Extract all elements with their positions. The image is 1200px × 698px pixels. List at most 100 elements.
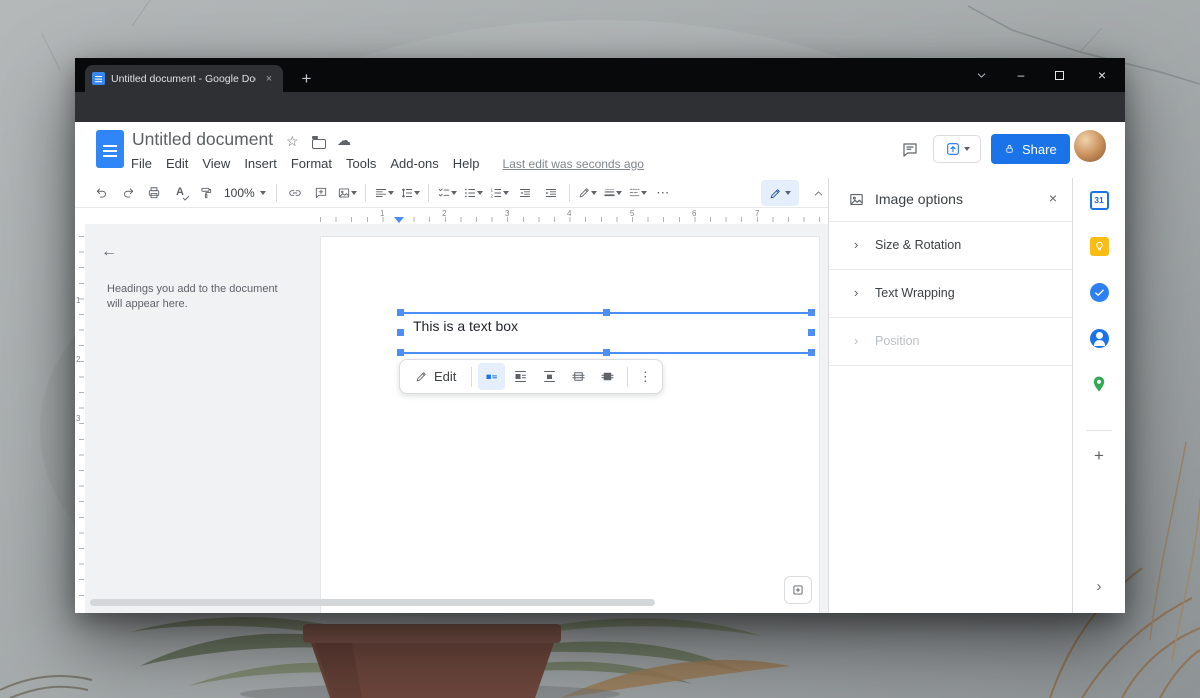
resize-handle[interactable] (397, 329, 404, 336)
insert-image-button[interactable] (334, 186, 360, 200)
new-tab-button[interactable]: + (293, 65, 320, 92)
row-label: Size & Rotation (875, 238, 961, 252)
present-button[interactable] (933, 135, 981, 163)
horizontal-ruler[interactable]: 1 2 3 4 5 6 7 (75, 208, 828, 224)
resize-handle[interactable] (397, 349, 404, 356)
editing-mode-button[interactable] (761, 180, 799, 206)
resize-handle[interactable] (603, 349, 610, 356)
share-button[interactable]: Share (991, 134, 1070, 164)
browser-tab[interactable]: Untitled document - Google Doc × (85, 65, 283, 92)
wrap-inline-button[interactable] (478, 363, 505, 390)
workspace-side-rail: 31 + › (1072, 178, 1125, 613)
star-document-icon[interactable]: ☆ (286, 133, 299, 150)
menu-bar: File Edit View Insert Format Tools Add-o… (124, 153, 644, 174)
resize-handle[interactable] (603, 309, 610, 316)
document-workspace: 1 2 3 ← Headings you add to the document… (75, 224, 828, 613)
maximize-icon (1055, 71, 1064, 80)
border-weight-button[interactable] (600, 186, 625, 199)
contacts-app-button[interactable] (1089, 328, 1109, 348)
document-page[interactable]: This is a text box Edit (320, 236, 820, 613)
window-close-button[interactable]: × (1081, 58, 1123, 92)
hide-menus-button[interactable] (806, 181, 830, 205)
image-caret-icon (351, 191, 357, 195)
align-button[interactable] (371, 186, 397, 200)
close-outline-button[interactable]: ← (101, 243, 117, 261)
increase-indent-button[interactable] (540, 181, 562, 205)
toolbar-separator (276, 184, 277, 202)
behind-text-button[interactable] (565, 363, 592, 390)
explore-button[interactable] (784, 576, 812, 604)
minimize-button[interactable]: – (1003, 58, 1039, 92)
menu-view[interactable]: View (195, 153, 237, 174)
checklist-caret-icon (451, 191, 457, 195)
panel-header: Image options × (829, 178, 1072, 222)
account-avatar[interactable] (1074, 130, 1106, 162)
context-separator (471, 367, 472, 387)
bulleted-list-button[interactable] (460, 186, 486, 200)
line-spacing-button[interactable] (397, 186, 423, 200)
more-toolbar-button[interactable]: ⋯ (652, 181, 674, 205)
menu-help[interactable]: Help (446, 153, 487, 174)
decrease-indent-button[interactable] (514, 181, 536, 205)
text-wrapping-row[interactable]: › Text Wrapping (829, 270, 1072, 318)
edit-pencil-icon (415, 370, 428, 383)
resize-handle[interactable] (808, 309, 815, 316)
address-bar: ← → docs.google.com/document/d/1TIwibbhk… (75, 92, 1125, 122)
keep-app-button[interactable] (1089, 236, 1109, 256)
window-chevron-down-icon[interactable] (963, 58, 999, 92)
ruler-number: 2 (76, 355, 80, 364)
vertical-ruler[interactable]: 1 2 3 (75, 224, 85, 613)
calendar-app-button[interactable]: 31 (1089, 190, 1109, 210)
spellcheck-button[interactable]: A (169, 181, 191, 205)
paint-format-button[interactable] (195, 181, 217, 205)
resize-handle[interactable] (397, 309, 404, 316)
hide-side-panel-button[interactable]: › (1089, 576, 1109, 596)
add-comment-button[interactable] (310, 181, 332, 205)
redo-button[interactable] (117, 181, 139, 205)
tab-title: Untitled document - Google Doc (111, 73, 256, 85)
wrap-text-button[interactable] (507, 363, 534, 390)
front-text-button[interactable] (594, 363, 621, 390)
contacts-icon (1090, 329, 1109, 348)
menu-tools[interactable]: Tools (339, 153, 383, 174)
undo-button[interactable] (91, 181, 113, 205)
horizontal-scrollbar[interactable] (90, 599, 655, 606)
menu-file[interactable]: File (124, 153, 159, 174)
panel-title: Image options (875, 191, 963, 207)
textbox-content[interactable]: This is a text box (413, 318, 518, 334)
toolbar-separator (428, 184, 429, 202)
insert-link-button[interactable] (284, 181, 306, 205)
textbox-more-button[interactable]: ⋮ (634, 365, 656, 389)
docs-logo-icon[interactable] (96, 130, 124, 168)
editing-caret-icon (785, 191, 791, 195)
align-caret-icon (388, 191, 394, 195)
resize-handle[interactable] (808, 329, 815, 336)
maximize-button[interactable] (1041, 58, 1077, 92)
document-title[interactable]: Untitled document (132, 129, 273, 150)
menu-edit[interactable]: Edit (159, 153, 195, 174)
browser-window: Untitled document - Google Doc × + – × ←… (75, 58, 1125, 613)
numbered-list-button[interactable]: 12 (486, 186, 512, 200)
comment-history-button[interactable] (897, 137, 923, 163)
break-text-button[interactable] (536, 363, 563, 390)
move-folder-icon[interactable] (312, 139, 326, 149)
maps-app-button[interactable] (1089, 374, 1109, 394)
last-edit-link[interactable]: Last edit was seconds ago (503, 157, 644, 171)
border-dash-button[interactable] (625, 186, 650, 199)
menu-format[interactable]: Format (284, 153, 339, 174)
tasks-app-button[interactable] (1089, 282, 1109, 302)
border-color-button[interactable] (575, 186, 600, 199)
checklist-button[interactable] (434, 186, 460, 200)
print-button[interactable] (143, 181, 165, 205)
tab-close-icon[interactable]: × (262, 72, 276, 86)
size-rotation-row[interactable]: › Size & Rotation (829, 222, 1072, 270)
resize-handle[interactable] (808, 349, 815, 356)
edit-button[interactable]: Edit (406, 369, 465, 384)
get-addons-button[interactable]: + (1089, 446, 1109, 466)
indent-marker[interactable] (394, 217, 404, 223)
cloud-status-icon[interactable]: ☁ (337, 132, 351, 149)
panel-close-icon[interactable]: × (1049, 190, 1057, 206)
zoom-select[interactable]: 100% (219, 186, 271, 200)
menu-add-ons[interactable]: Add-ons (383, 153, 445, 174)
menu-insert[interactable]: Insert (237, 153, 284, 174)
